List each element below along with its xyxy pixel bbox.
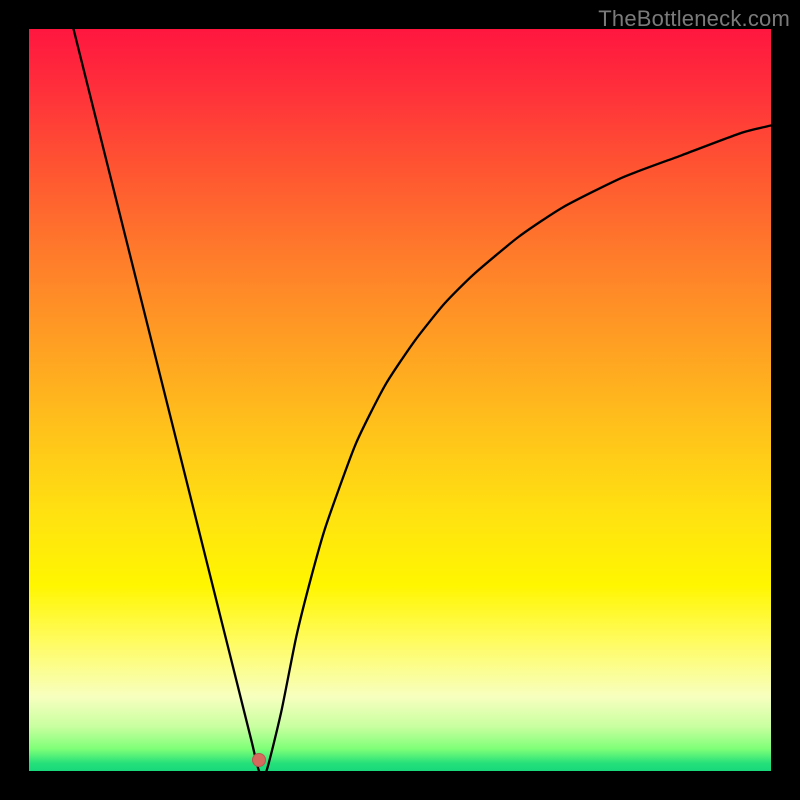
minimum-marker-dot xyxy=(252,753,266,767)
chart-frame: TheBottleneck.com xyxy=(0,0,800,800)
plot-area xyxy=(29,29,771,771)
watermark-text: TheBottleneck.com xyxy=(598,6,790,32)
bottleneck-curve xyxy=(29,29,771,771)
